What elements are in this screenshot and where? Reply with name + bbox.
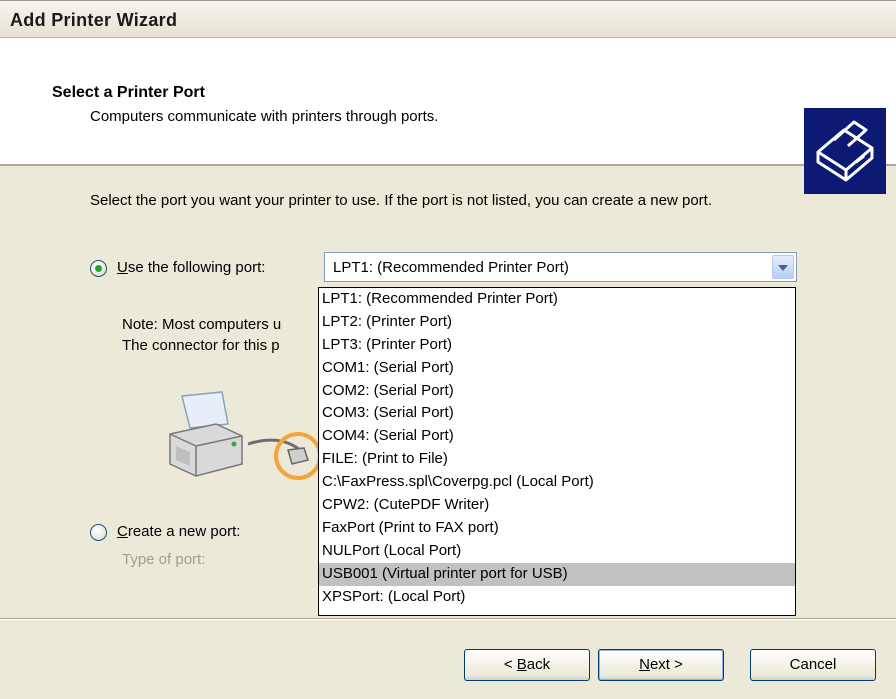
page-title: Select a Printer Port [52,84,205,101]
port-option[interactable]: XPSPort: (Local Port) [319,586,795,609]
create-port-label[interactable]: Create a new port: [117,523,240,540]
port-option[interactable]: LPT3: (Printer Port) [319,334,795,357]
back-button[interactable]: < Back [464,649,590,681]
port-option[interactable]: LPT2: (Printer Port) [319,311,795,334]
port-option[interactable]: COM3: (Serial Port) [319,402,795,425]
note-text: Note: Most computers u The connector for… [122,316,282,354]
port-option[interactable]: NULPort (Local Port) [319,540,795,563]
port-select[interactable]: LPT1: (Recommended Printer Port) [324,252,797,282]
port-option[interactable]: COM2: (Serial Port) [319,380,795,403]
use-port-label[interactable]: Use the following port: [117,259,265,276]
create-port-radio[interactable] [90,524,107,541]
port-option[interactable]: C:\FaxPress.spl\Coverpg.pcl (Local Port) [319,471,795,494]
printer-cable-illustration [160,384,322,494]
footer-divider [0,618,896,620]
port-option[interactable]: CPW2: (CutePDF Writer) [319,494,795,517]
use-port-radio[interactable] [90,260,107,277]
port-option[interactable]: USB001 (Virtual printer port for USB) [319,562,795,586]
port-option[interactable]: FaxPort (Print to FAX port) [319,517,795,540]
title-bar: Add Printer Wizard [0,0,896,38]
port-option[interactable]: COM1: (Serial Port) [319,357,795,380]
port-option[interactable]: COM4: (Serial Port) [319,425,795,448]
port-dropdown-list[interactable]: LPT1: (Recommended Printer Port) LPT2: (P… [318,287,796,616]
port-option[interactable]: FILE: (Print to File) [319,448,795,471]
page-subtitle: Computers communicate with printers thro… [90,108,439,125]
cancel-button[interactable]: Cancel [750,649,876,681]
port-select-value: LPT1: (Recommended Printer Port) [333,259,569,276]
chevron-down-icon[interactable] [772,255,794,279]
window-title: Add Printer Wizard [10,10,178,30]
instruction-text: Select the port you want your printer to… [90,192,713,209]
add-printer-wizard-window: Add Printer Wizard Select a Printer Port… [0,0,896,699]
port-type-label: Type of port: [122,551,206,568]
wizard-header: Select a Printer Port Computers communic… [0,38,896,194]
port-option[interactable]: LPT1: (Recommended Printer Port) [319,288,795,311]
printer-wizard-icon [804,108,886,194]
next-button[interactable]: Next > [598,649,724,681]
